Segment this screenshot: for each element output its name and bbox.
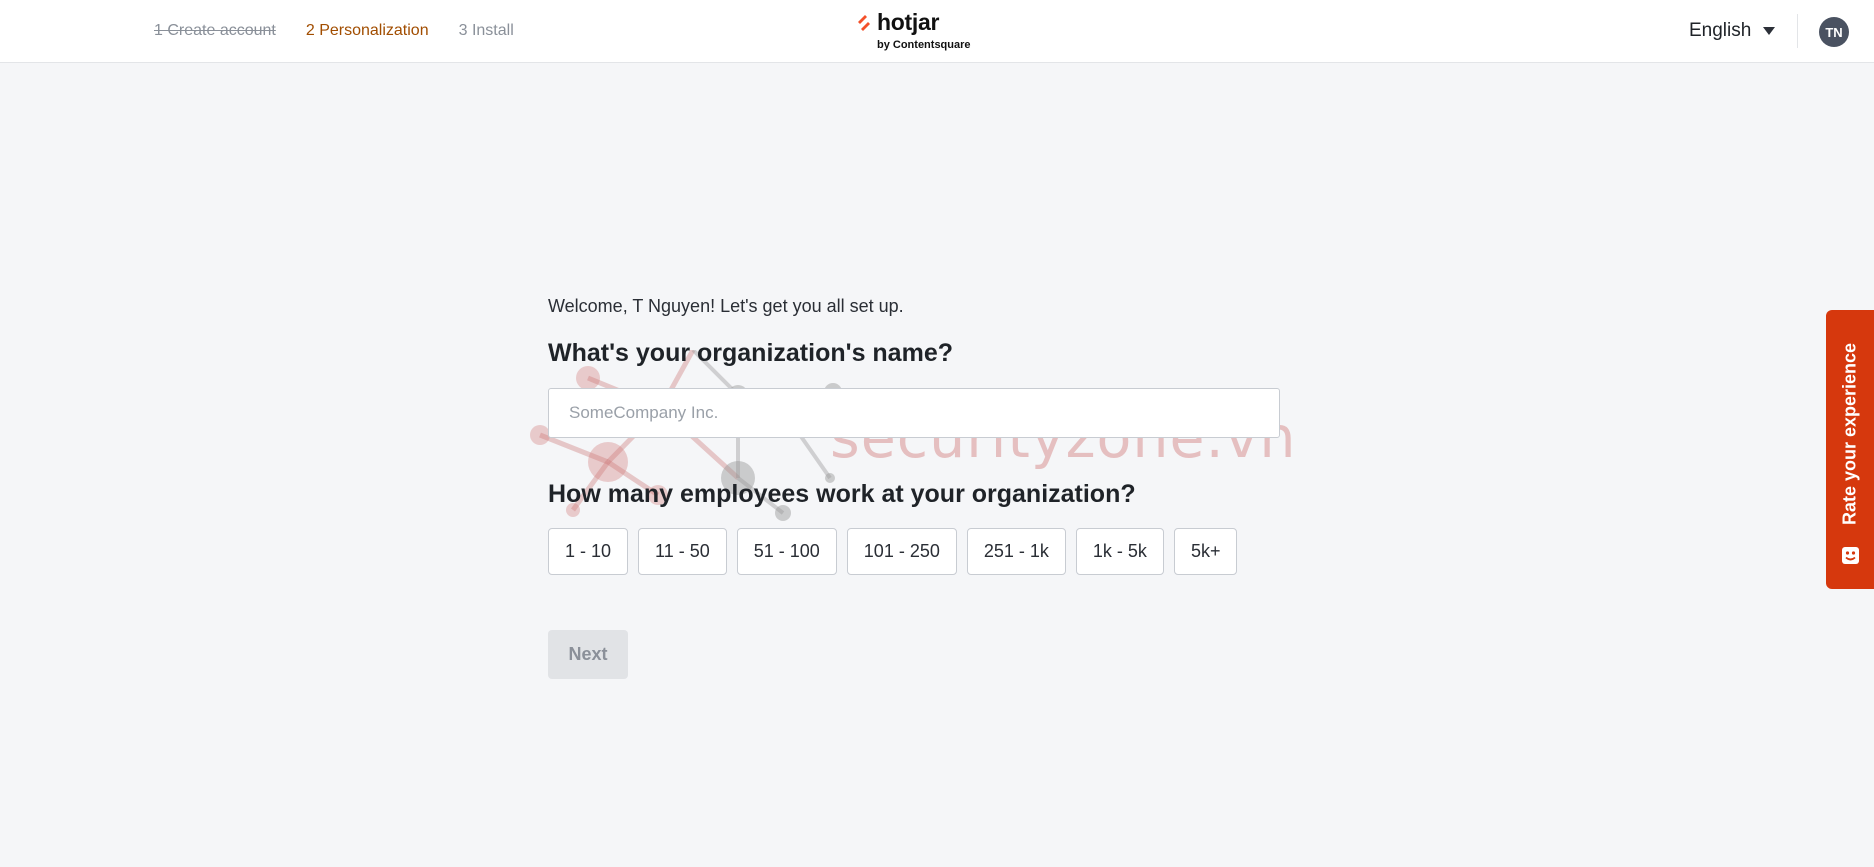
- employee-option-11-50[interactable]: 11 - 50: [638, 528, 727, 575]
- step-personalization: 2 Personalization: [305, 22, 429, 39]
- org-name-input[interactable]: [548, 388, 1280, 438]
- employee-size-options: 1 - 10 11 - 50 51 - 100 101 - 250 251 - …: [548, 528, 1280, 575]
- logo-subtitle: by Contentsquare: [877, 39, 971, 51]
- onboarding-form: Welcome, T Nguyen! Let's get you all set…: [548, 296, 1280, 679]
- logo-wordmark: hotjar: [877, 9, 940, 35]
- org-name-question: What's your organization's name?: [548, 339, 953, 367]
- hotjar-logo-icon: [858, 15, 870, 31]
- rate-experience-label: Rate your experience: [1839, 342, 1860, 526]
- employees-question: How many employees work at your organiza…: [548, 480, 1136, 508]
- next-button[interactable]: Next: [548, 630, 628, 679]
- language-label: English: [1689, 20, 1752, 41]
- top-header: 1 Create account 2 Personalization 3 Ins…: [0, 0, 1874, 63]
- employee-option-251-1k[interactable]: 251 - 1k: [966, 528, 1066, 575]
- employee-option-1k-5k[interactable]: 1k - 5k: [1075, 528, 1164, 575]
- chevron-down-icon: [1763, 27, 1776, 35]
- language-selector[interactable]: English: [1689, 20, 1776, 42]
- employee-option-5k-plus[interactable]: 5k+: [1173, 528, 1238, 575]
- step-create-account: 1 Create account: [154, 22, 276, 39]
- employee-option-1-10[interactable]: 1 - 10: [548, 528, 629, 575]
- step-install: 3 Install: [458, 22, 514, 39]
- employee-option-101-250[interactable]: 101 - 250: [846, 528, 957, 575]
- welcome-message: Welcome, T Nguyen! Let's get you all set…: [548, 296, 904, 316]
- hotjar-logo: hotjar by Contentsquare: [853, 9, 983, 53]
- smiley-icon: [1842, 547, 1859, 564]
- header-divider: [1797, 14, 1798, 48]
- employee-option-51-100[interactable]: 51 - 100: [736, 528, 837, 575]
- rate-experience-tab[interactable]: Rate your experience: [1826, 310, 1874, 589]
- progress-steps: 1 Create account 2 Personalization 3 Ins…: [154, 22, 514, 40]
- user-avatar[interactable]: TN: [1819, 17, 1849, 47]
